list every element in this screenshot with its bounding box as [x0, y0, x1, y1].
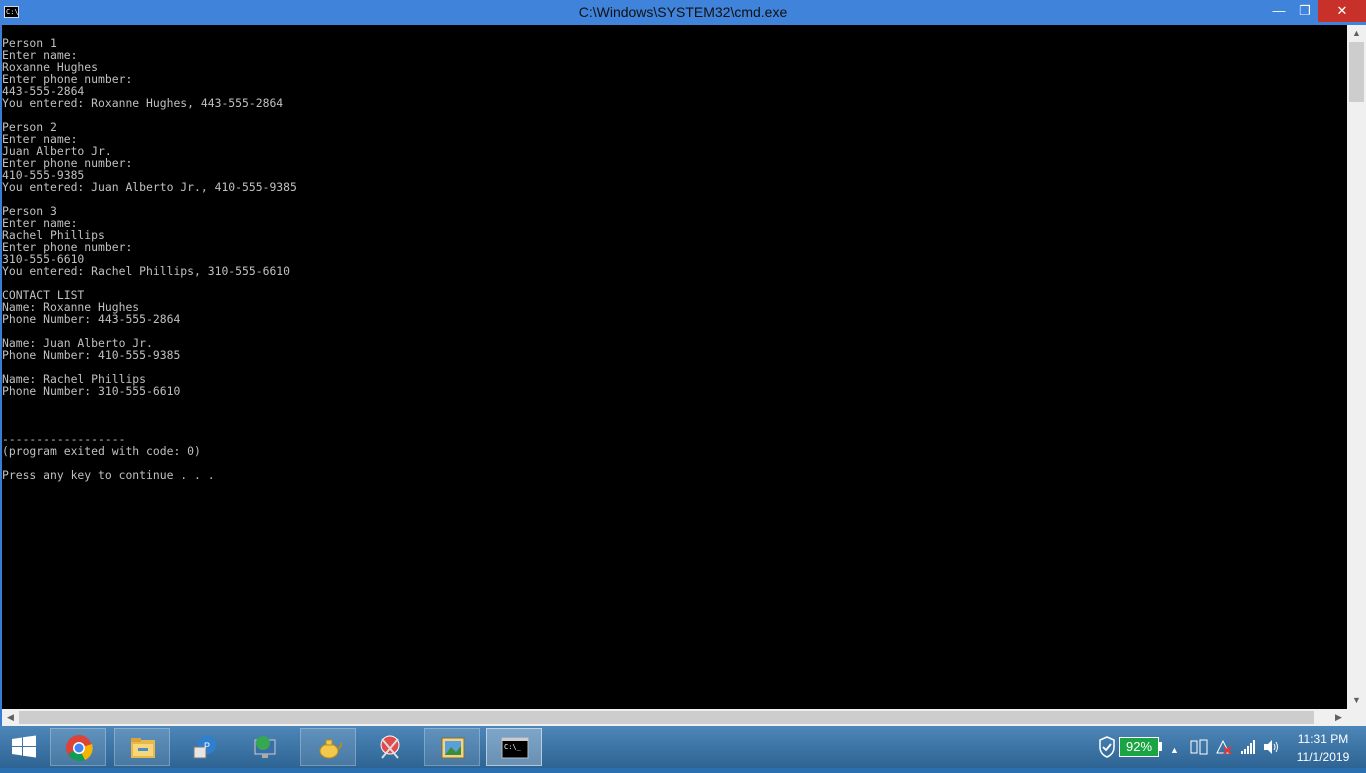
horizontal-scrollbar[interactable]: ◀ ▶	[2, 709, 1347, 726]
chrome-icon	[66, 735, 93, 762]
close-button[interactable]: ✕	[1318, 0, 1366, 22]
signal-strength-icon[interactable]	[1240, 739, 1256, 755]
svg-text:C:\_: C:\_	[504, 743, 522, 751]
device-sync-icon[interactable]	[1190, 739, 1208, 755]
scrollbar-corner	[1347, 709, 1366, 726]
taskbar-photo-viewer[interactable]	[424, 728, 480, 766]
maximize-button[interactable]: ❐	[1292, 0, 1318, 22]
console-output-area[interactable]: Person 1 Enter name: Roxanne Hughes Ente…	[2, 25, 1347, 709]
minimize-button[interactable]: —	[1266, 0, 1292, 22]
scroll-down-icon[interactable]: ▼	[1347, 692, 1366, 709]
scroll-left-icon[interactable]: ◀	[2, 709, 19, 726]
scroll-up-icon[interactable]: ▲	[1347, 25, 1366, 42]
monitor-globe-icon	[254, 736, 276, 758]
clock-date[interactable]: 11/1/2019	[1290, 750, 1356, 764]
scroll-right-icon[interactable]: ▶	[1330, 709, 1347, 726]
taskbar-chrome[interactable]	[50, 728, 106, 766]
battery-tip	[1159, 742, 1162, 751]
taskbar-network-app[interactable]: P	[176, 728, 232, 766]
taskbar-file-explorer[interactable]	[114, 728, 170, 766]
network-disconnected-icon[interactable]	[1215, 738, 1233, 756]
windows-logo-icon	[12, 735, 36, 758]
horizontal-scroll-thumb[interactable]	[19, 711, 1314, 724]
start-button[interactable]	[0, 726, 48, 768]
vertical-scrollbar[interactable]: ▲ ▼	[1347, 25, 1366, 709]
taskbar-monitor-globe[interactable]	[238, 728, 294, 766]
teapot-icon	[319, 739, 343, 759]
file-explorer-icon	[131, 738, 155, 758]
command-prompt-icon: C:\_	[501, 737, 529, 759]
console-text: Person 1 Enter name: Roxanne Hughes Ente…	[2, 36, 297, 482]
battery-indicator[interactable]: 92%	[1119, 737, 1159, 757]
defender-shield-icon[interactable]	[1098, 736, 1116, 758]
taskbar-teapot-app[interactable]	[300, 728, 356, 766]
vertical-scroll-thumb[interactable]	[1349, 42, 1364, 102]
volume-icon[interactable]	[1263, 739, 1281, 755]
photo-viewer-icon	[441, 737, 465, 759]
cmd-window: C:\ C:\Windows\SYSTEM32\cmd.exe — ❐ ✕ Pe…	[0, 0, 1366, 726]
window-title: C:\Windows\SYSTEM32\cmd.exe	[578, 4, 788, 20]
title-bar[interactable]: C:\ C:\Windows\SYSTEM32\cmd.exe — ❐ ✕	[0, 0, 1366, 25]
taskbar-snipping-tool[interactable]	[362, 728, 418, 766]
tray-overflow-chevron-icon[interactable]: ▲	[1170, 742, 1179, 758]
network-app-icon: P	[193, 736, 216, 759]
clock-time[interactable]: 11:31 PM	[1290, 732, 1356, 746]
svg-text:P: P	[204, 741, 210, 751]
taskbar: P C:\_ 92% ▲ 11:31 PM 11/1/2019	[0, 726, 1366, 768]
snipping-tool-icon	[380, 735, 400, 759]
taskbar-command-prompt[interactable]: C:\_	[486, 728, 542, 766]
